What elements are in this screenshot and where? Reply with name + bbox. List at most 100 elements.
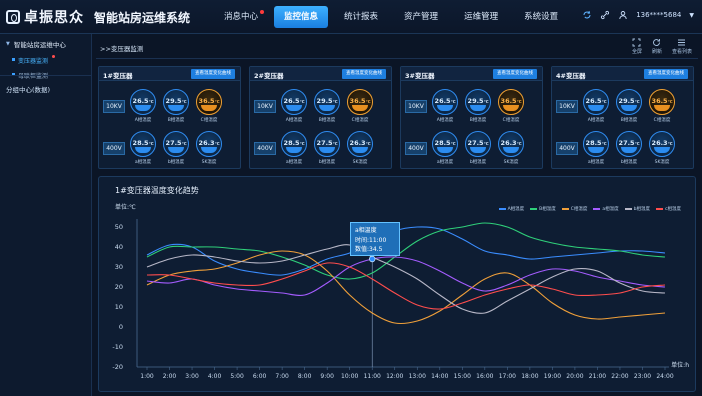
temperature-gauge: 26.5℃ [281,89,307,115]
tooltip-time: 时间:11:00 [355,236,387,244]
gauge-unit: ℃ [601,99,607,104]
view-list-button[interactable]: 查看列表 [672,38,692,55]
card-title: 3#变压器 [405,72,435,80]
x-tick-label: 21:00 [589,373,606,380]
gauge-fill [286,147,302,153]
gauge-unit: ℃ [299,141,305,146]
x-tick-label: 5:00 [230,373,244,380]
chevron-down-icon[interactable]: ▼ [689,12,694,19]
view-temperature-curve-button[interactable]: 查看温度变化曲线 [644,69,688,79]
sidebar-item-transformer-monitor[interactable]: 变压器监测 [0,53,91,68]
breadcrumb: >>变压器监测 [100,45,144,53]
y-tick-label: 30 [115,263,123,271]
sidebar-group-station-center[interactable]: ▼ 智能站房运维中心 [0,34,91,53]
gauge-fill [352,147,368,153]
gauge-unit: ℃ [214,141,220,146]
voltage-badge: 10KV [103,100,125,113]
tooltip-title: a相温度 [355,227,377,234]
x-tick-label: 12:00 [386,373,403,380]
nav-item-label: 监控信息 [284,12,319,22]
gauge-fill [168,147,184,153]
gauge-number: 26.3 [198,139,215,147]
gauge-label: A相温度 [134,118,152,123]
temperature-gauge: 27.5℃ [163,131,189,157]
card-header: 3#变压器 查看温度变化曲线 [401,67,542,81]
x-tick-label: 11:00 [364,373,381,380]
nav-item[interactable]: 统计报表 [334,6,388,28]
tooltip-point [369,255,376,263]
fullscreen-button[interactable]: 全屏 [632,38,642,55]
card-header: 1#变压器 查看温度变化曲线 [99,67,240,81]
gauge-label: b相温度 [620,160,638,165]
gauge-number: 27.5 [165,139,182,147]
gauge-label: a相温度 [587,160,605,165]
legend-item[interactable]: A相温度 [498,206,524,212]
gauge-label: C相温度 [200,118,218,123]
legend-item[interactable]: B相温度 [530,206,556,212]
gauge-number: 27.5 [467,139,484,147]
temperature-gauge: 28.5℃ [432,131,458,157]
gauge-value: 26.5℃ [282,97,306,105]
nav-item[interactable]: 监控信息 [274,6,329,28]
nav-item[interactable]: 系统设置 [514,6,568,28]
user-icon[interactable] [618,10,628,20]
trend-chart-panel: 50 40 30 20 10 0 -10 -20 1:00 2:00 3:00 4:00 5:00 6:0… [98,176,696,392]
gauge-number: 26.3 [651,139,668,147]
gauge-number: 36.5 [198,97,215,105]
sidebar-group-group-center[interactable]: 分组中心(数据) [6,84,50,94]
gauge-value: 26.5℃ [584,97,608,105]
gauge-unit: ℃ [601,141,607,146]
gauge-fill [654,105,670,111]
temperature-gauge: 28.5℃ [583,131,609,157]
x-tick-label: 23:00 [634,373,651,380]
gauge-value: 27.5℃ [164,139,188,147]
gauge-value: 26.3℃ [197,139,221,147]
legend-swatch [593,208,601,210]
view-temperature-curve-button[interactable]: 查看温度变化曲线 [493,69,537,79]
logo: 卓振思众 智能站房运维系统 [6,7,190,27]
gauge-value: 27.5℃ [617,139,641,147]
voltage-badge: 10KV [405,100,427,113]
temperature-gauge: 28.5℃ [130,131,156,157]
gauge-unit: ℃ [332,99,338,104]
x-axis-unit: 单位:h [671,362,689,369]
x-tick-label: 9:00 [320,373,334,380]
view-temperature-curve-button[interactable]: 查看温度变化曲线 [191,69,235,79]
temperature-gauge: 27.5℃ [465,131,491,157]
gauge-value: 26.3℃ [650,139,674,147]
link-icon[interactable] [600,10,610,20]
gauge-fill [470,147,486,153]
gauge-number: 26.3 [500,139,517,147]
x-tick-label: 16:00 [476,373,493,380]
y-tick-label: 10 [115,303,123,311]
gauge-number: 36.5 [651,97,668,105]
nav-item[interactable]: 资产管理 [394,6,448,28]
legend-item[interactable]: c相温度 [656,206,681,212]
chart-legend: A相温度 B相温度 C相温度 a相温度 b相温度 c相温度 [498,206,681,212]
view-temperature-curve-button[interactable]: 查看温度变化曲线 [342,69,386,79]
gauge-unit: ℃ [634,99,640,104]
gauge-value: 36.5℃ [499,97,523,105]
gauge-unit: ℃ [667,99,673,104]
legend-item[interactable]: a相温度 [593,206,619,212]
sync-icon[interactable] [582,10,592,20]
nav-item[interactable]: 运维管理 [454,6,508,28]
caret-down-icon: ▼ [6,41,10,47]
refresh-icon [653,39,661,46]
gauge-label: b相温度 [318,160,336,165]
legend-item[interactable]: b相温度 [624,206,650,212]
temperature-gauge: 29.5℃ [465,89,491,115]
gauge-fill [588,105,604,111]
nav-item-label: 统计报表 [344,12,379,22]
logo-icon [6,10,20,24]
legend-item[interactable]: C相温度 [561,206,587,212]
temperature-gauge: 26.5℃ [130,89,156,115]
gauge-unit: ℃ [483,141,489,146]
x-tick-label: 2:00 [163,373,177,380]
username[interactable]: 136****5684 [636,11,681,19]
gauge-fill [319,105,335,111]
refresh-button[interactable]: 刷新 [652,38,662,55]
app-title: 智能站房运维系统 [94,10,191,25]
nav-item[interactable]: 消息中心 [214,6,268,28]
temperature-gauge: 36.5℃ [498,89,524,115]
